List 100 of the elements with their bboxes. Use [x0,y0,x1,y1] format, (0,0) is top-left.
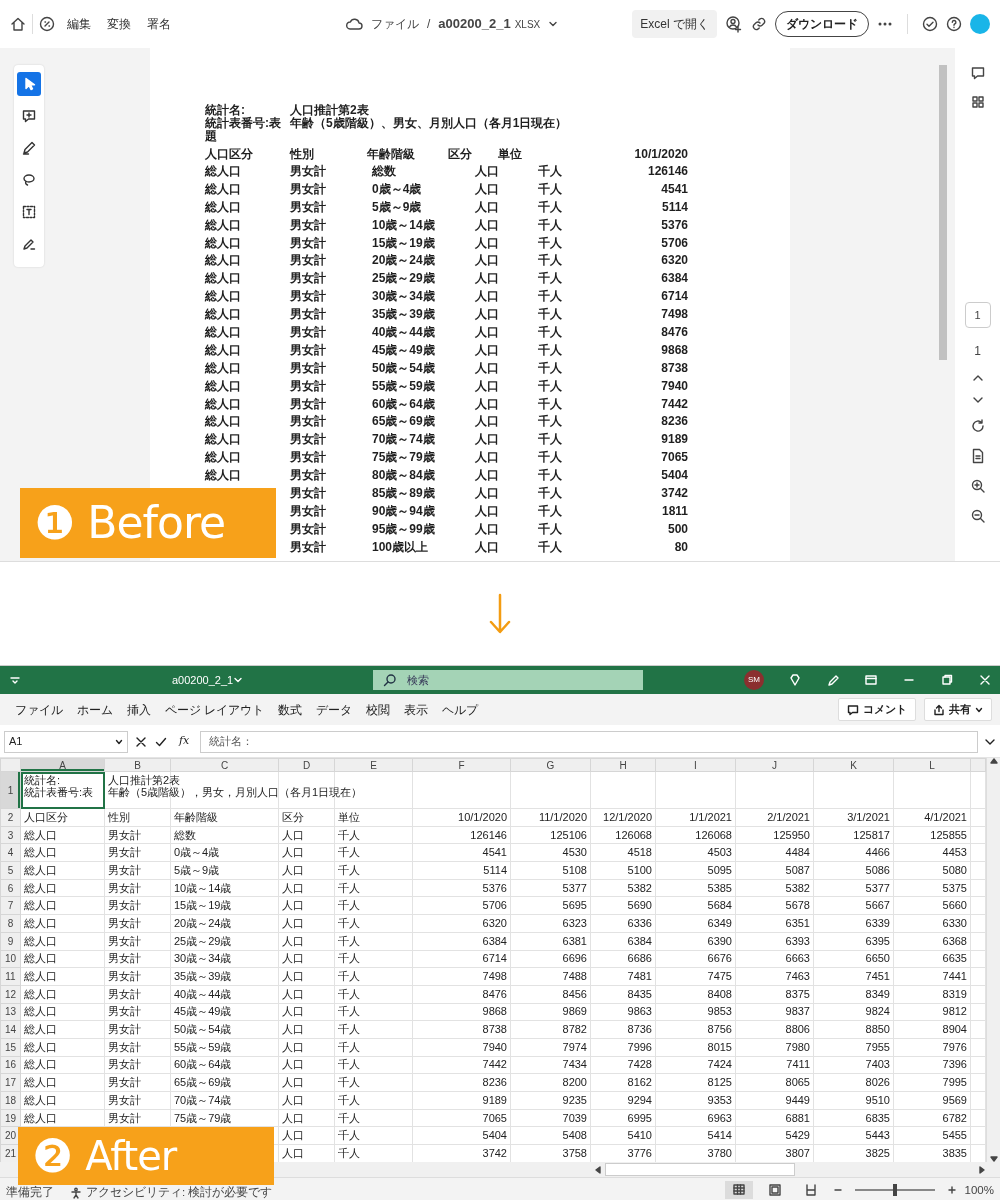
column-header[interactable]: K [813,758,894,772]
refresh-icon[interactable] [969,418,986,434]
user-plus-icon[interactable] [725,15,743,33]
table-cell: 30歳～34歳 [170,950,279,968]
menu-tab[interactable]: 校閲 [359,698,398,721]
scroll-left-icon[interactable] [595,1165,601,1174]
table-cell: 男女計 [104,1020,171,1039]
table-cell: 人口 [278,1038,335,1057]
menu-tab[interactable]: ホーム [70,698,120,721]
table-cell-text: 総人口 [205,180,242,198]
file-name[interactable]: a00200_2_1 [172,671,234,689]
table-cell: 総人口 [20,861,105,880]
column-header[interactable]: F [412,758,511,772]
menu-item[interactable]: 編集 [63,13,95,35]
table-cell-text: 総人口 [205,198,242,216]
download-button[interactable]: ダウンロード [775,11,869,37]
comment-icon[interactable] [969,65,986,81]
table-cell: 男女計 [104,1056,171,1074]
circle-icon[interactable] [39,16,55,32]
table-cell-text: 総人口 [205,163,242,180]
name-box[interactable]: A1 [4,730,128,753]
chevron-down-icon[interactable] [984,737,996,746]
table-cell: 5667 [813,896,894,915]
chevron-up-icon[interactable] [971,374,984,382]
location-label[interactable]: ファイル [371,15,419,33]
column-header[interactable]: L [893,758,971,772]
menu-tab[interactable]: 表示 [397,698,436,721]
table-cell-text: 7442 [660,395,688,413]
formula-field[interactable]: 統計名： [200,730,978,753]
column-header[interactable]: E [334,758,413,772]
table-cell: 4453 [893,843,971,862]
table-cell-text: 総人口 [205,270,242,288]
table-cell-text: 8476 [660,324,688,341]
table-cell: 70歳～74歳 [170,1091,279,1110]
open-button[interactable]: Excel で開く [632,10,717,38]
zoom-in-icon[interactable] [969,478,986,494]
table-cell-text: 男女計 [290,163,327,180]
table-cell-text: 人口 [475,449,500,467]
menu-tab[interactable]: ファイル [8,698,70,721]
window-icon[interactable] [864,673,878,687]
table-cell-text: 5404 [660,467,688,485]
menu-item[interactable]: 署名 [143,13,175,35]
table-cell-text: 千人 [538,502,563,520]
scrollbar-thumb[interactable] [939,65,947,360]
column-header[interactable]: B [104,758,171,772]
cell-text: 人口推計第2表 [108,774,181,786]
scrollbar-thumb[interactable] [605,1163,795,1176]
menu-tab[interactable]: ページ レイアウト [158,698,272,721]
zoom-out-icon[interactable] [969,508,986,524]
avatar[interactable]: SM [744,670,764,690]
pen-icon[interactable] [826,673,840,687]
menu-tab[interactable]: 挿入 [120,698,158,721]
zoom-level[interactable]: 100% [964,1183,994,1197]
comment-button[interactable]: コメント [838,698,916,721]
link-icon[interactable] [751,16,767,32]
row-header[interactable]: 1 [0,771,21,809]
column-header[interactable]: I [655,758,736,772]
plus-icon[interactable] [946,1185,957,1195]
table-cell-text: 千人 [538,413,563,431]
check-circle-icon[interactable] [922,16,938,32]
chevron-down-icon[interactable] [971,396,984,404]
arrow-down-icon [488,592,512,635]
slider-thumb[interactable] [892,1184,897,1196]
table-cell-text: 千人 [538,180,563,198]
share-button[interactable]: 共有 [924,698,992,721]
table-cell: 年齢階級 [170,808,279,827]
table-cell: 8026 [813,1073,894,1092]
scroll-right-icon[interactable] [979,1165,985,1174]
column-header[interactable]: D [278,758,335,772]
grid-icon[interactable] [970,95,985,109]
column-header[interactable]: H [590,758,656,772]
table-cell: 9863 [590,1003,656,1021]
menu-tab[interactable]: 数式 [271,698,310,721]
table-cell-text: 人口 [475,341,500,359]
column-header[interactable]: A [20,758,105,772]
column-header[interactable]: G [510,758,591,772]
caret-icon[interactable] [548,20,559,28]
view-button[interactable] [724,1181,753,1199]
restore-icon[interactable] [940,673,954,687]
accessibility-status[interactable]: アクセシビリティ: 検討が必要です [86,1186,273,1199]
search-field[interactable]: 検索 [373,670,644,690]
table-cell: 性別 [104,808,171,827]
table-cell: 65歳～69歳 [170,1073,279,1092]
column-header[interactable]: C [170,758,279,772]
menu-item[interactable]: 変換 [103,13,135,35]
table-cell-text: 人口 [475,431,500,449]
table-cell: 6395 [813,932,894,950]
menu-tab[interactable]: データ [309,698,360,721]
table-cell: 人口 [278,914,335,933]
diamond-icon[interactable] [788,673,802,687]
home-icon[interactable] [10,16,26,32]
scrollbar[interactable] [986,758,1000,1162]
close-icon[interactable] [978,673,992,687]
column-header[interactable]: J [735,758,814,772]
file-name: a00200_2_1 [438,15,511,34]
page-number-field[interactable]: 1 [964,302,991,328]
function-button[interactable]: fx [174,733,195,750]
menu-tab[interactable]: ヘルプ [435,698,486,721]
help-icon[interactable] [946,16,962,32]
caret-icon[interactable] [233,676,244,684]
